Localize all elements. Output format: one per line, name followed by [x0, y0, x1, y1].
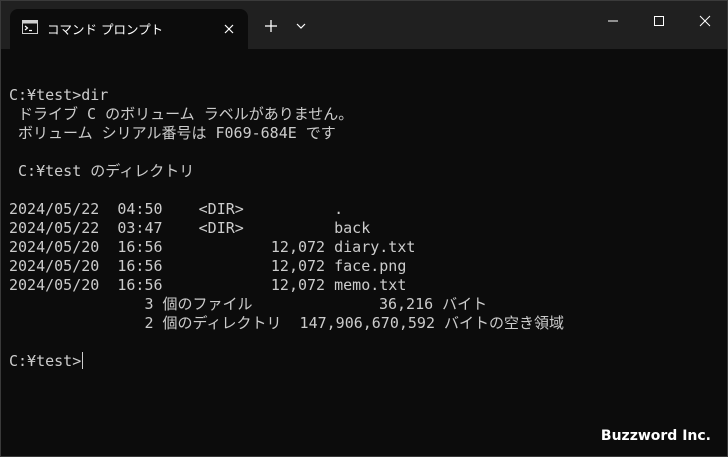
- terminal-window: コマンド プロンプト C:¥test>dir ドライブ C のボリューム ラベル…: [0, 0, 728, 457]
- close-icon: [699, 15, 711, 27]
- console-line: 2024/05/22 03:47 <DIR> back: [9, 219, 371, 237]
- console-line: 2 個のディレクトリ 147,906,670,592 バイトの空き領域: [9, 314, 565, 332]
- console-line: 2024/05/22 04:50 <DIR> .: [9, 200, 344, 218]
- plus-icon: [265, 20, 277, 32]
- new-tab-button[interactable]: [260, 15, 282, 37]
- prompt-line[interactable]: C:¥test>: [9, 352, 564, 371]
- console-icon: [22, 20, 38, 34]
- console-line: ドライブ C のボリューム ラベルがありません。: [9, 105, 354, 123]
- minimize-button[interactable]: [590, 1, 636, 41]
- console-line: C:¥test>dir: [9, 86, 109, 104]
- tab-dropdown-button[interactable]: [290, 15, 312, 37]
- text-cursor: [82, 352, 84, 369]
- console-line: 2024/05/20 16:56 12,072 face.png: [9, 257, 407, 275]
- close-tab-icon[interactable]: [219, 19, 239, 39]
- console-line: 2024/05/20 16:56 12,072 diary.txt: [9, 238, 416, 256]
- console-line: ボリューム シリアル番号は F069-684E です: [9, 124, 336, 142]
- console-line: C:¥test のディレクトリ: [9, 162, 195, 180]
- close-window-button[interactable]: [682, 1, 727, 41]
- maximize-icon: [654, 16, 664, 26]
- console-line: 2024/05/20 16:56 12,072 memo.txt: [9, 276, 407, 294]
- console-output[interactable]: C:¥test>dir ドライブ C のボリューム ラベルがありません。 ボリュ…: [9, 67, 564, 371]
- maximize-button[interactable]: [636, 1, 682, 41]
- minimize-icon: [608, 20, 618, 22]
- title-bar: コマンド プロンプト: [1, 1, 727, 49]
- tab-command-prompt[interactable]: コマンド プロンプト: [10, 9, 248, 49]
- prompt-text: C:¥test>: [9, 352, 82, 370]
- watermark: Buzzword Inc.: [600, 428, 711, 444]
- tab-title: コマンド プロンプト: [47, 22, 164, 37]
- chevron-down-icon: [296, 23, 306, 29]
- console-line: 3 個のファイル 36,216 バイト: [9, 295, 488, 313]
